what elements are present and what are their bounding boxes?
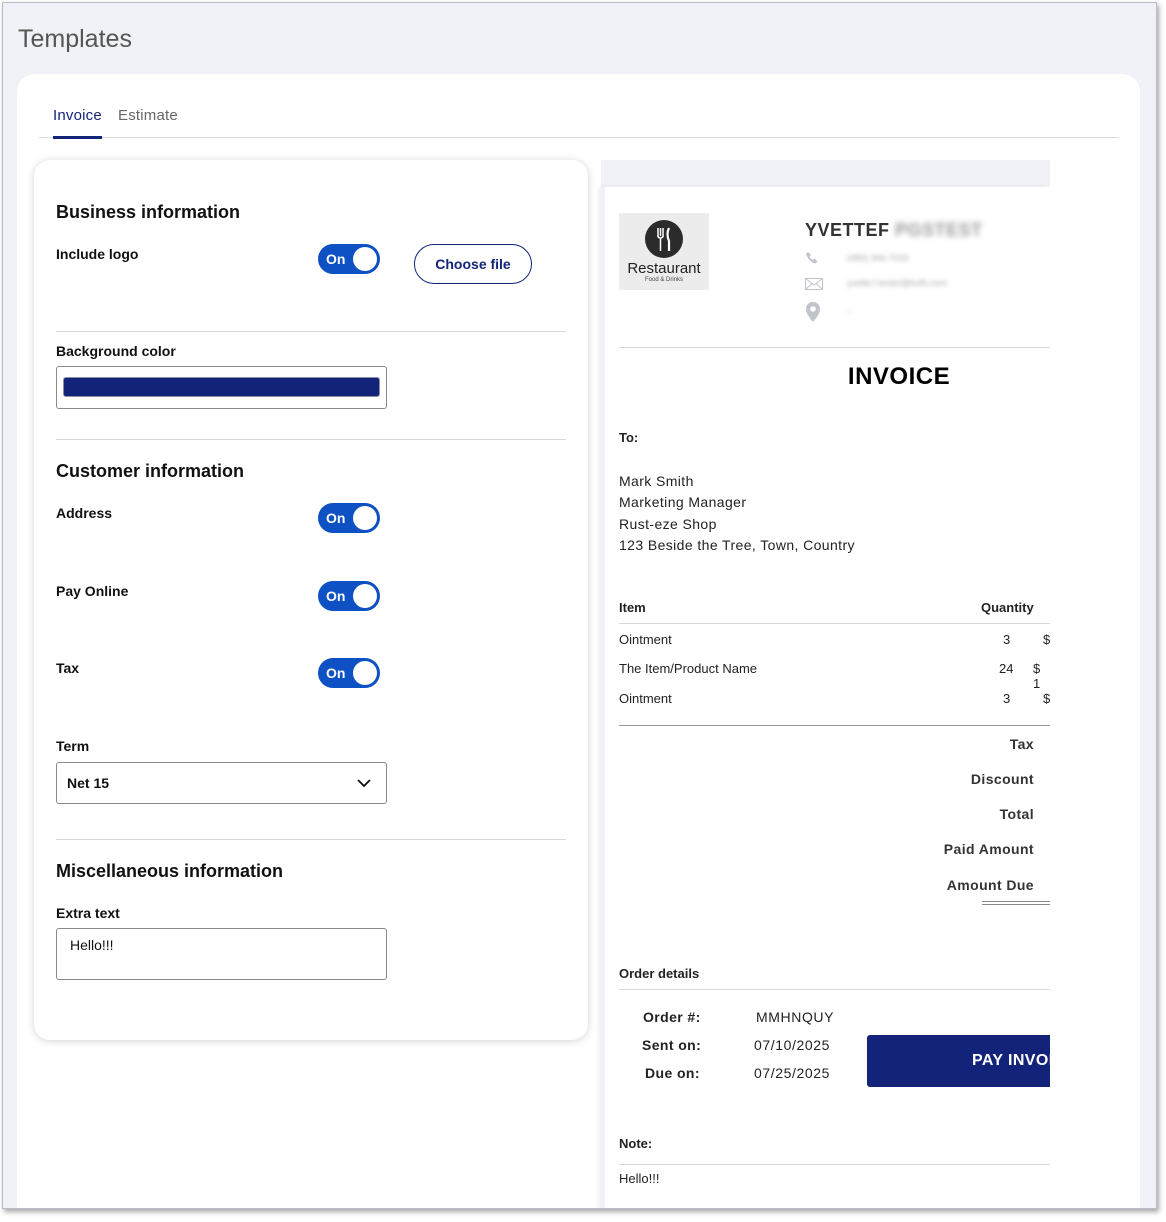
extra-text-label: Extra text	[56, 905, 120, 921]
order-details-title: Order details	[619, 966, 700, 981]
double-underline	[982, 901, 1050, 905]
logo-name: Restaurant	[627, 260, 701, 277]
tab-invoice[interactable]: Invoice	[53, 107, 102, 139]
item-price: $ 1	[1033, 661, 1041, 691]
app-window: Templates Invoice Estimate Business info…	[2, 2, 1157, 1209]
address-toggle[interactable]: On	[318, 503, 380, 533]
tax-label: Tax	[56, 660, 80, 676]
tax-total-label: Tax	[1009, 736, 1034, 752]
email-icon	[805, 278, 823, 290]
order-number: MMHNQUY	[756, 1009, 835, 1025]
business-email: yvette.f.tester@bofb.com	[847, 278, 948, 288]
divider	[619, 989, 1050, 990]
phone-icon	[806, 252, 818, 264]
due-on-date: 07/25/2025	[754, 1065, 831, 1081]
misc-info-title: Miscellaneous information	[56, 861, 284, 881]
address-label: Address	[56, 505, 113, 521]
amount-due-label: Amount Due	[946, 877, 1034, 893]
sent-on-date: 07/10/2025	[754, 1037, 831, 1053]
paid-amount-label: Paid Amount	[943, 841, 1034, 857]
toggle-knob	[353, 661, 377, 685]
toggle-knob	[353, 247, 377, 271]
item-price: $	[1043, 632, 1050, 647]
pay-online-label: Pay Online	[56, 583, 129, 599]
toggle-knob	[353, 584, 377, 608]
term-label: Term	[56, 738, 90, 754]
business-logo: Restaurant Food & Drinks	[619, 213, 709, 290]
include-logo-label: Include logo	[56, 246, 139, 262]
logo-circle	[645, 220, 683, 258]
templates-card: Invoice Estimate Business information In…	[17, 74, 1140, 1208]
toggle-knob	[353, 506, 377, 530]
divider	[619, 725, 1050, 726]
preview-top-bar	[601, 160, 1050, 187]
divider	[56, 439, 566, 440]
note-text: Hello!!!	[619, 1171, 660, 1186]
due-on-label: Due on:	[645, 1065, 700, 1081]
toggle-state-label: On	[326, 588, 346, 604]
sent-on-label: Sent on:	[642, 1037, 702, 1053]
recipient-name: Mark Smith	[619, 473, 694, 489]
toggle-state-label: On	[326, 510, 346, 526]
tab-bar: Invoice Estimate	[39, 74, 1119, 139]
business-name: YVETTEF PGSTEST	[805, 220, 983, 241]
page-title: Templates	[18, 25, 132, 53]
divider	[619, 1164, 1050, 1165]
settings-panel: Business information Include logo On Cho…	[34, 160, 588, 1040]
items-header-quantity: Quantity	[981, 600, 1034, 615]
item-quantity: 24	[999, 661, 1014, 676]
divider	[56, 331, 566, 332]
logo-tagline: Food & Drinks	[644, 277, 683, 283]
background-color-picker[interactable]	[56, 366, 387, 409]
customer-info-title: Customer information	[56, 461, 245, 481]
chevron-down-icon	[357, 779, 371, 788]
background-color-label: Background color	[56, 343, 176, 359]
preview-left-gutter	[601, 187, 605, 1208]
tab-estimate[interactable]: Estimate	[118, 107, 178, 136]
location-pin-icon	[806, 302, 820, 322]
term-select[interactable]: Net 15	[56, 762, 387, 804]
item-name: Ointment	[619, 691, 672, 706]
item-name: The Item/Product Name	[619, 661, 757, 676]
recipient-address: 123 Beside the Tree, Town, Country	[619, 537, 855, 553]
recipient-title: Marketing Manager	[619, 494, 747, 510]
toggle-state-label: On	[326, 251, 346, 267]
total-label: Total	[999, 806, 1034, 822]
business-name-visible: YVETTEF	[805, 220, 890, 240]
invoice-preview: Restaurant Food & Drinks YVETTEF PGSTEST…	[601, 187, 1050, 1208]
to-label: To:	[619, 430, 639, 445]
include-logo-toggle[interactable]: On	[318, 244, 380, 274]
discount-label: Discount	[970, 771, 1034, 787]
items-header-item: Item	[619, 600, 646, 615]
item-quantity: 3	[1003, 632, 1011, 647]
toggle-state-label: On	[326, 665, 346, 681]
recipient-company: Rust-eze Shop	[619, 516, 717, 532]
item-name: Ointment	[619, 632, 672, 647]
item-quantity: 3	[1003, 691, 1011, 706]
divider	[619, 347, 1050, 348]
choose-file-button[interactable]: Choose file	[414, 244, 532, 284]
business-name-blurred: PGSTEST	[895, 220, 983, 240]
pay-invoice-button[interactable]: PAY INVOICE	[867, 1035, 1050, 1087]
business-phone: (480) 366-7033	[847, 253, 909, 263]
color-swatch	[63, 377, 380, 397]
note-label: Note:	[619, 1136, 653, 1151]
fork-knife-icon	[656, 227, 671, 251]
tax-toggle[interactable]: On	[318, 658, 380, 688]
business-address: --	[847, 306, 853, 316]
extra-text-input[interactable]: Hello!!!	[56, 928, 387, 980]
invoice-title: INVOICE	[847, 363, 951, 390]
divider	[56, 839, 566, 840]
business-info-title: Business information	[56, 202, 241, 222]
term-select-value: Net 15	[67, 775, 110, 791]
divider	[619, 623, 1050, 624]
item-price: $	[1043, 691, 1050, 706]
pay-online-toggle[interactable]: On	[318, 581, 380, 611]
order-number-label: Order #:	[643, 1009, 701, 1025]
